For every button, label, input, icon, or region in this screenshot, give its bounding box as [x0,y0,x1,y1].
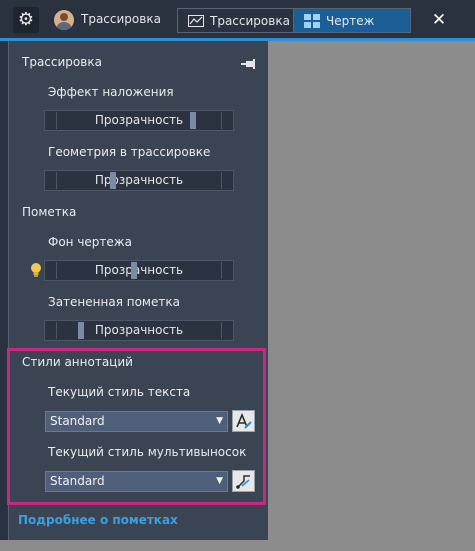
drawing-background-label: Фон чертежа [48,235,132,249]
slider-thumb[interactable] [109,172,116,189]
tab-trace-label: Трассировка [210,13,290,28]
slider-thumb[interactable] [77,322,84,339]
learn-more-link[interactable]: Подробнее о пометках [18,513,178,527]
slider-thumb[interactable] [189,112,196,129]
fade-effect-label: Эффект наложения [48,85,174,99]
slider-text: Прозрачность [94,263,184,277]
trace-geometry-slider[interactable]: Прозрачность [44,170,234,191]
lightbulb-icon[interactable] [30,263,42,277]
pin-icon[interactable] [241,59,257,71]
slider-thumb[interactable] [130,262,137,279]
user-label: Трассировка [81,12,161,26]
tab-trace[interactable]: Трассировка [178,9,294,32]
shaded-markup-slider[interactable]: Прозрачность [44,320,234,341]
settings-gear-icon[interactable]: ⚙ [13,7,39,33]
annotation-styles-highlight [7,348,266,505]
tab-drawing-label: Чертеж [326,13,375,28]
trace-icon [188,14,204,27]
fade-effect-slider[interactable]: Прозрачность [44,110,234,131]
drawing-background-slider[interactable]: Прозрачность [44,260,234,281]
view-tabs: Трассировка Чертеж [177,8,411,33]
slider-text: Прозрачность [94,113,184,127]
close-icon[interactable]: ✕ [427,8,451,32]
tab-drawing[interactable]: Чертеж [294,9,410,32]
section-title-markup: Пометка [22,205,77,219]
shaded-markup-label: Затененная пометка [48,295,180,309]
slider-text: Прозрачность [94,323,184,337]
section-title-trace: Трассировка [22,55,102,69]
drawing-icon [304,13,320,28]
trace-geometry-label: Геометрия в трассировке [48,145,211,159]
title-bar: ⚙ Трассировка Трассировка Чертеж ✕ [0,0,475,41]
user-avatar[interactable] [54,10,74,30]
slider-text: Прозрачность [94,173,184,187]
